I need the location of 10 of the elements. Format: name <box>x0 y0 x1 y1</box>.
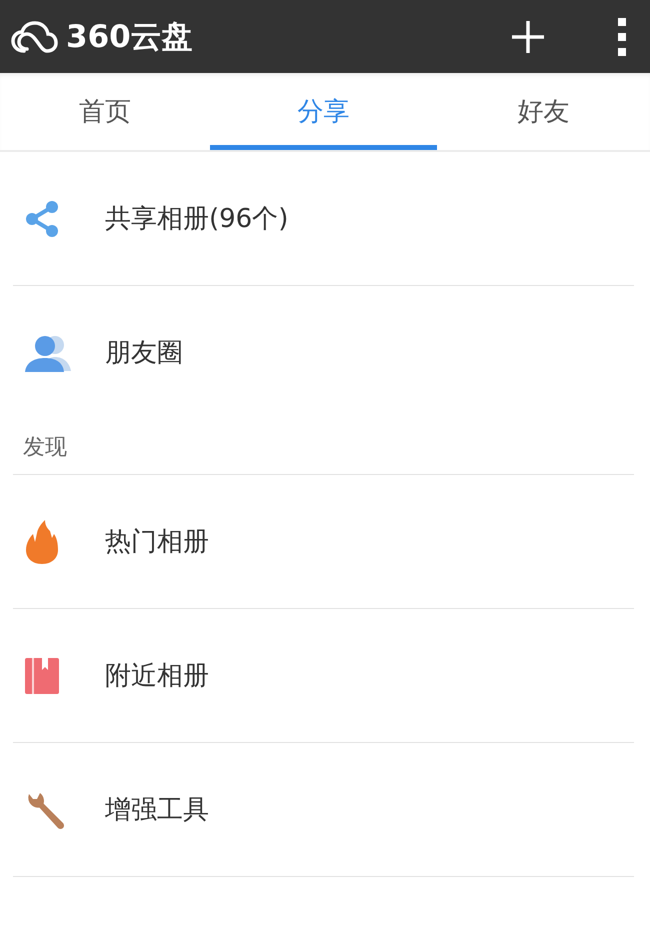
app-title: 360云盘 <box>66 18 193 56</box>
list-item[interactable]: 朋友圈 <box>13 286 634 419</box>
list-item[interactable]: 共享相册(96个) <box>13 152 634 286</box>
tab[interactable]: 好友 <box>437 73 650 150</box>
section-header: 发现 <box>13 419 634 475</box>
tab[interactable]: 分享 <box>210 73 437 150</box>
list-item[interactable]: 增强工具 <box>13 743 634 877</box>
list-item[interactable]: 热门相册 <box>13 475 634 609</box>
tab[interactable]: 首页 <box>0 73 210 150</box>
list-item[interactable]: 附近相册 <box>13 609 634 743</box>
